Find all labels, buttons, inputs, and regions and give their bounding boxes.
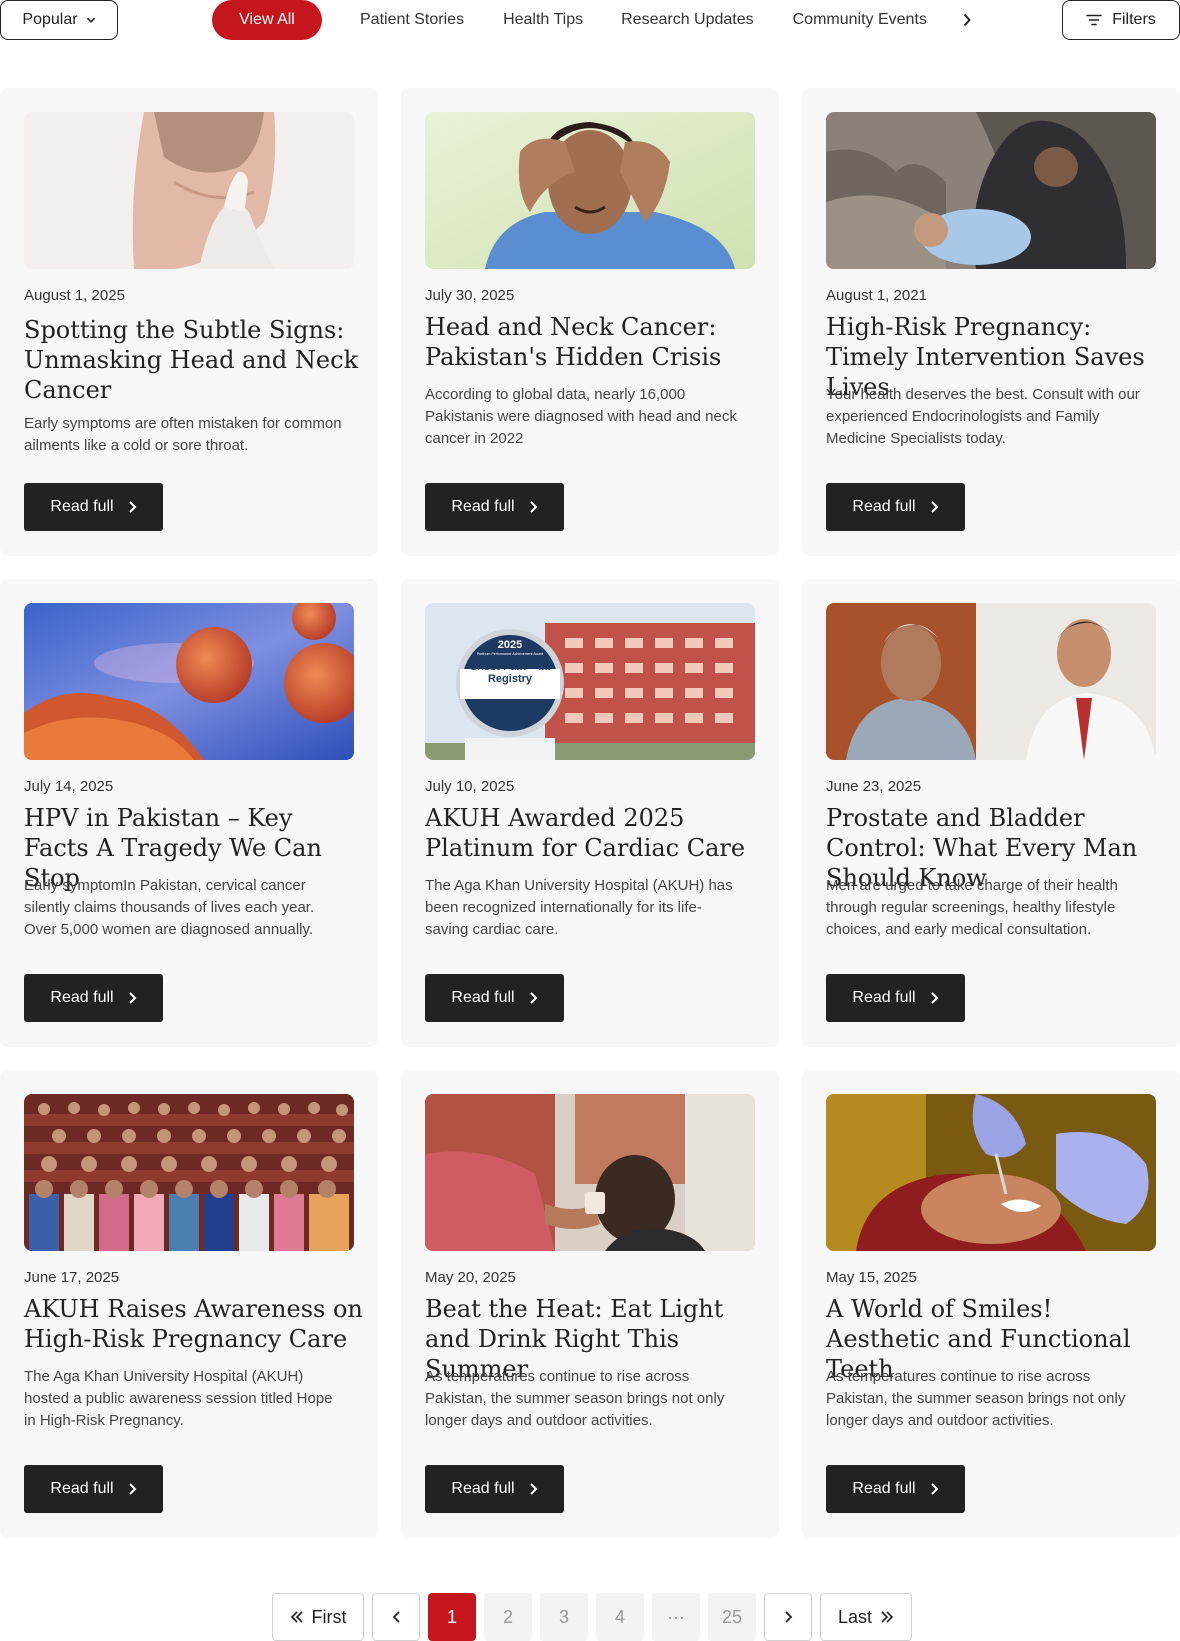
chevron-right-icon: [930, 1483, 938, 1495]
read-full-label: Read full: [50, 1480, 114, 1497]
card-date: May 15, 2025: [826, 1269, 917, 1286]
read-full-button[interactable]: Read full: [24, 974, 163, 1022]
card-title[interactable]: AKUH Raises Awareness on High-Risk Pregn…: [24, 1294, 364, 1354]
card-description: The Aga Khan University Hospital (AKUH) …: [425, 877, 733, 938]
filter-icon: [1086, 14, 1103, 26]
read-full-label: Read full: [451, 1480, 515, 1497]
tab-health-tips[interactable]: Health Tips: [503, 11, 583, 29]
filter-bar: Popular View All Patient Stories Health …: [0, 0, 1180, 40]
card-title[interactable]: Head and Neck Cancer: Pakistan's Hidden …: [425, 312, 765, 372]
last-label: Last: [837, 1606, 873, 1627]
article-card: July 30, 2025 Head and Neck Cancer: Paki…: [401, 88, 779, 556]
hospital-award-photo[interactable]: 2025 Platinum Performance Achievement Aw…: [425, 603, 755, 760]
double-chevron-right-icon: [881, 1611, 894, 1623]
page-button[interactable]: 25: [708, 1593, 756, 1641]
read-full-button[interactable]: Read full: [24, 1465, 163, 1513]
mother-baby-photo[interactable]: [826, 112, 1156, 269]
read-full-button[interactable]: Read full: [826, 974, 965, 1022]
next-page-button[interactable]: [764, 1593, 812, 1641]
page-button[interactable]: 2: [484, 1593, 532, 1641]
article-card: June 23, 2025 Prostate and Bladder Contr…: [802, 579, 1180, 1047]
category-tabs: View All Patient Stories Health Tips Res…: [212, 0, 977, 40]
tab-research-updates[interactable]: Research Updates: [621, 11, 754, 29]
tabs-scroll-right-button[interactable]: [957, 10, 977, 30]
prev-page-button[interactable]: [372, 1593, 420, 1641]
chevron-right-icon: [529, 501, 537, 513]
doctor-patient-photo[interactable]: [826, 603, 1156, 760]
card-description: As temperatures continue to rise across …: [826, 1368, 1126, 1429]
dental-exam-photo[interactable]: [826, 1094, 1156, 1251]
read-full-label: Read full: [852, 989, 916, 1006]
double-chevron-left-icon: [290, 1611, 303, 1623]
read-full-label: Read full: [451, 989, 515, 1006]
article-card: July 14, 2025 HPV in Pakistan – Key Fact…: [0, 579, 378, 1047]
card-date: July 30, 2025: [425, 287, 515, 304]
child-drinking-photo[interactable]: [425, 1094, 755, 1251]
card-description: The Aga Khan University Hospital (AKUH) …: [24, 1368, 333, 1429]
chevron-right-icon: [529, 992, 537, 1004]
article-card: August 1, 2021 High-Risk Pregnancy: Time…: [802, 88, 1180, 556]
chevron-right-icon: [128, 992, 136, 1004]
audience-group-photo[interactable]: [24, 1094, 354, 1251]
pagination: First 1 2 3 4 ··· 25 Last: [272, 1593, 912, 1641]
chevron-right-icon: [128, 1483, 136, 1495]
card-description: Your health deserves the best. Consult w…: [826, 386, 1140, 447]
card-date: July 10, 2025: [425, 778, 515, 795]
first-page-button[interactable]: First: [272, 1593, 364, 1641]
card-description: As temperatures continue to rise across …: [425, 1368, 725, 1429]
read-full-button[interactable]: Read full: [24, 483, 163, 531]
chevron-left-icon: [392, 1611, 400, 1623]
page-button[interactable]: 3: [540, 1593, 588, 1641]
worried-man-photo[interactable]: [425, 112, 755, 269]
article-card: May 20, 2025 Beat the Heat: Eat Light an…: [401, 1070, 779, 1538]
article-card: May 15, 2025 A World of Smiles! Aestheti…: [802, 1070, 1180, 1538]
card-date: June 17, 2025: [24, 1269, 120, 1286]
card-date: August 1, 2021: [826, 287, 927, 304]
chevron-down-icon: [86, 17, 95, 23]
card-date: July 14, 2025: [24, 778, 114, 795]
card-description: Early symptoms are often mistaken for co…: [24, 415, 342, 454]
card-date: May 20, 2025: [425, 1269, 516, 1286]
hpv-virus-illustration[interactable]: [24, 603, 354, 760]
chevron-right-icon: [963, 13, 971, 27]
read-full-label: Read full: [50, 498, 114, 515]
read-full-button[interactable]: Read full: [826, 1465, 965, 1513]
card-date: August 1, 2025: [24, 287, 125, 304]
read-full-button[interactable]: Read full: [425, 1465, 564, 1513]
filters-button[interactable]: Filters: [1062, 0, 1180, 40]
card-title[interactable]: Spotting the Subtle Signs: Unmasking Hea…: [24, 315, 364, 405]
read-full-label: Read full: [852, 1480, 916, 1497]
article-card: June 17, 2025 AKUH Raises Awareness on H…: [0, 1070, 378, 1538]
neck-exam-photo[interactable]: [24, 112, 354, 269]
read-full-button[interactable]: Read full: [425, 974, 564, 1022]
tab-community-events[interactable]: Community Events: [793, 11, 927, 29]
page-button-current[interactable]: 1: [428, 1593, 476, 1641]
chevron-right-icon: [128, 501, 136, 513]
first-label: First: [311, 1606, 347, 1627]
chevron-right-icon: [930, 992, 938, 1004]
tab-patient-stories[interactable]: Patient Stories: [360, 11, 464, 29]
read-full-label: Read full: [50, 989, 114, 1006]
article-card: August 1, 2025 Spotting the Subtle Signs…: [0, 88, 378, 556]
last-page-button[interactable]: Last: [820, 1593, 912, 1641]
card-description: According to global data, nearly 16,000 …: [425, 386, 737, 447]
tab-view-all[interactable]: View All: [212, 0, 322, 40]
chevron-right-icon: [529, 1483, 537, 1495]
chevron-right-icon: [784, 1611, 792, 1623]
page-button[interactable]: 4: [596, 1593, 644, 1641]
read-full-button[interactable]: Read full: [425, 483, 564, 531]
read-full-button[interactable]: Read full: [826, 483, 965, 531]
article-card: 2025 Platinum Performance Achievement Aw…: [401, 579, 779, 1047]
card-title[interactable]: AKUH Awarded 2025 Platinum for Cardiac C…: [425, 803, 765, 863]
card-description: Early symptomIn Pakistan, cervical cance…: [24, 877, 315, 938]
filters-label: Filters: [1112, 11, 1156, 28]
chevron-right-icon: [930, 501, 938, 513]
read-full-label: Read full: [852, 498, 916, 515]
pagination-ellipsis: ···: [652, 1593, 700, 1641]
card-description: Men are urged to take charge of their he…: [826, 877, 1118, 938]
read-full-label: Read full: [451, 498, 515, 515]
sort-dropdown[interactable]: Popular: [0, 0, 118, 40]
sort-label: Popular: [22, 11, 78, 28]
card-date: June 23, 2025: [826, 778, 922, 795]
